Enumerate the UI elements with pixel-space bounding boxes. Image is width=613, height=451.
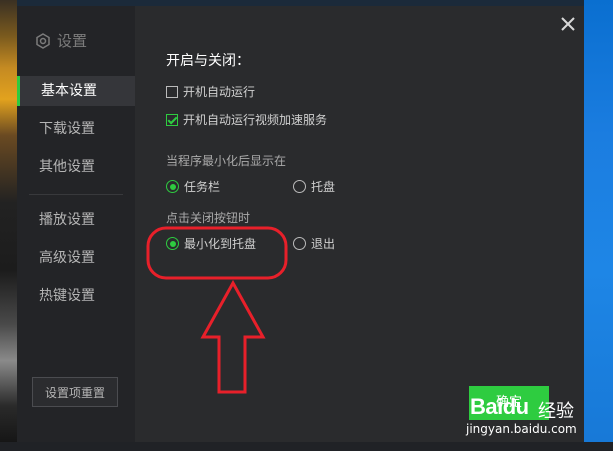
checkbox-box[interactable]: [166, 85, 178, 98]
autostart-accel-checkbox[interactable]: 开机自动运行视频加速服务: [166, 111, 327, 128]
reset-settings-button[interactable]: 设置项重置: [32, 377, 118, 407]
close-group-label: 点击关闭按钮时: [166, 211, 251, 225]
radio-dot-selected[interactable]: [166, 180, 179, 193]
sidebar-item-other[interactable]: 其他设置: [17, 152, 135, 182]
sidebar-item-advanced[interactable]: 高级设置: [17, 243, 135, 273]
sidebar-item-hotkeys[interactable]: 热键设置: [17, 281, 135, 311]
sidebar-title: 设置: [35, 30, 87, 51]
radio-dot[interactable]: [293, 180, 306, 193]
background-taskbar-edge: [0, 442, 613, 451]
radio-taskbar[interactable]: 任务栏: [166, 178, 220, 195]
background-game-art: [0, 0, 17, 451]
sidebar-item-download[interactable]: 下载设置: [17, 114, 135, 144]
radio-minimize-to-tray-label: 最小化到托盘: [184, 237, 257, 251]
watermark-cn: 经验: [538, 401, 574, 422]
baidu-watermark: Baidu 经验 jingyan.baidu.com: [466, 394, 586, 440]
sidebar-item-playback[interactable]: 播放设置: [17, 205, 135, 235]
watermark-url: jingyan.baidu.com: [466, 422, 577, 436]
radio-tray[interactable]: 托盘: [293, 178, 335, 195]
settings-dialog: 设置 基本设置 下载设置 其他设置 播放设置 高级设置 热键设置 设置项重置 开…: [17, 6, 584, 442]
autostart-label: 开机自动运行: [183, 85, 256, 99]
radio-tray-label: 托盘: [311, 180, 336, 194]
minimize-group-label: 当程序最小化后显示在: [166, 154, 287, 168]
checkbox-box-checked[interactable]: [166, 113, 178, 126]
watermark-logo: Baidu: [470, 394, 529, 419]
radio-dot-selected[interactable]: [166, 237, 179, 250]
radio-minimize-to-tray[interactable]: 最小化到托盘: [166, 235, 256, 252]
radio-taskbar-label: 任务栏: [184, 180, 221, 194]
sidebar-divider: [29, 194, 123, 195]
close-icon[interactable]: [557, 13, 579, 35]
radio-exit-label: 退出: [311, 237, 336, 251]
autostart-accel-label: 开机自动运行视频加速服务: [183, 113, 328, 127]
sidebar-title-text: 设置: [57, 32, 88, 50]
gear-icon: [36, 32, 50, 49]
section-title: 开启与关闭：: [166, 53, 250, 69]
sidebar-item-basic[interactable]: 基本设置: [17, 76, 135, 106]
autostart-checkbox[interactable]: 开机自动运行: [166, 83, 255, 100]
radio-exit[interactable]: 退出: [293, 235, 335, 252]
background-desktop: [584, 0, 613, 451]
settings-sidebar: 设置 基本设置 下载设置 其他设置 播放设置 高级设置 热键设置 设置项重置: [17, 6, 135, 442]
radio-dot[interactable]: [293, 237, 306, 250]
